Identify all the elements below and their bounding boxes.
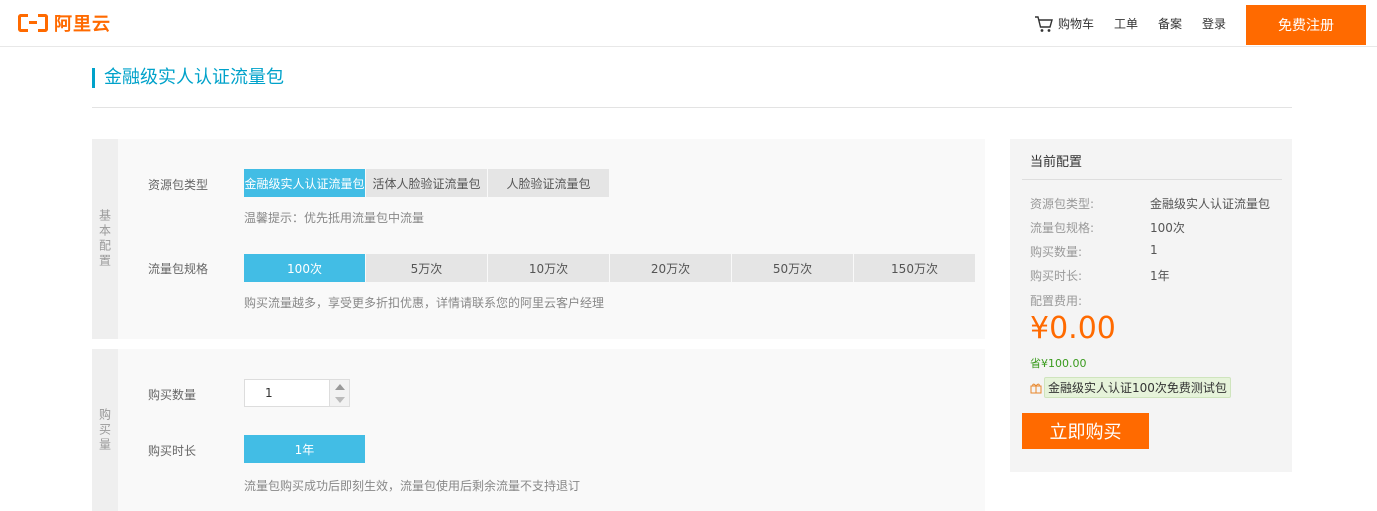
cart-link[interactable]: 购物车 (1034, 15, 1094, 33)
total-price: ¥0.00 (1030, 311, 1116, 346)
package-type-label: 资源包类型 (148, 178, 209, 192)
package-type-hint: 温馨提示：优先抵用流量包中流量 (244, 211, 425, 225)
package-type-option-face[interactable]: 人脸验证流量包 (488, 169, 609, 197)
gift-promo: 金融级实人认证100次免费测试包 (1030, 377, 1231, 398)
header-nav: 购物车 工单 备案 登录 免费注册 (1034, 0, 1377, 47)
quantity-label: 购买数量 (148, 388, 197, 402)
duration-option-1-year[interactable]: 1年 (244, 435, 365, 463)
summary-divider (1022, 179, 1282, 180)
spec-option-200k[interactable]: 20万次 (610, 254, 731, 282)
arrow-up-icon (334, 383, 345, 390)
fee-label: 配置费用: (1030, 294, 1083, 308)
package-type-option-liveness[interactable]: 活体人脸验证流量包 (366, 169, 487, 197)
quantity-input[interactable] (245, 380, 329, 406)
spec-option-100[interactable]: 100次 (244, 254, 365, 282)
duration-label: 购买时长 (148, 444, 197, 458)
summary-item: 购买时长: 1年 (1030, 269, 1170, 283)
cart-label: 购物车 (1057, 17, 1094, 31)
login-link[interactable]: 登录 (1202, 15, 1226, 32)
aliyun-logo[interactable]: 阿里云 (18, 11, 111, 35)
quantity-stepper (244, 379, 350, 407)
page-title: 金融级实人认证流量包 (104, 67, 284, 88)
duration-options: 1年 (244, 435, 366, 463)
logo-text: 阿里云 (54, 14, 111, 35)
summary-item: 流量包规格: 100次 (1030, 221, 1185, 235)
savings-amount: 省¥100.00 (1030, 357, 1087, 370)
top-navbar: 阿里云 购物车 工单 备案 登录 免费注册 (0, 0, 1377, 47)
quantity-decrement-button[interactable] (330, 393, 349, 406)
page-title-section: 金融级实人认证流量包 (92, 65, 1292, 108)
summary-item: 资源包类型: 金融级实人认证流量包 (1030, 197, 1271, 211)
quantity-increment-button[interactable] (330, 380, 349, 393)
buy-now-button[interactable]: 立即购买 (1022, 413, 1149, 449)
spec-option-500k[interactable]: 50万次 (732, 254, 853, 282)
package-type-options: 金融级实人认证流量包 活体人脸验证流量包 人脸验证流量包 (244, 169, 610, 197)
package-spec-options: 100次 5万次 10万次 20万次 50万次 150万次 (244, 254, 976, 282)
purchase-side-label: 购买量 (92, 349, 118, 511)
spec-option-50k[interactable]: 5万次 (366, 254, 487, 282)
ticket-link[interactable]: 工单 (1114, 15, 1138, 32)
basic-config-side-label: 基本配置 (92, 139, 118, 339)
gift-icon (1030, 383, 1042, 393)
cart-icon (1034, 15, 1053, 32)
package-type-option-financial[interactable]: 金融级实人认证流量包 (244, 169, 365, 197)
icp-filing-link[interactable]: 备案 (1158, 15, 1182, 32)
package-spec-hint: 购买流量越多，享受更多折扣优惠，详情请联系您的阿里云客户经理 (244, 296, 605, 310)
summary-title: 当前配置 (1030, 155, 1083, 170)
aliyun-logo-icon (18, 13, 48, 33)
duration-hint: 流量包购买成功后即刻生效，流量包使用后剩余流量不支持退订 (244, 479, 581, 493)
package-spec-label: 流量包规格 (148, 262, 209, 276)
signup-button[interactable]: 免费注册 (1246, 4, 1366, 45)
purchase-panel: 购买量 购买数量 购买时长 1年 流量包购买成功后即刻生效，流量包使用后剩余流量… (92, 349, 985, 511)
arrow-down-icon (334, 396, 345, 403)
title-accent-bar (92, 68, 95, 88)
basic-config-panel: 基本配置 资源包类型 金融级实人认证流量包 活体人脸验证流量包 人脸验证流量包 … (92, 139, 985, 339)
gift-tag: 金融级实人认证100次免费测试包 (1044, 377, 1231, 398)
spec-option-100k[interactable]: 10万次 (488, 254, 609, 282)
order-summary: 当前配置 资源包类型: 金融级实人认证流量包 流量包规格: 100次 购买数量: 1 … (1010, 139, 1292, 472)
spec-option-1500k[interactable]: 150万次 (854, 254, 975, 282)
summary-item: 购买数量: 1 (1030, 243, 1158, 259)
